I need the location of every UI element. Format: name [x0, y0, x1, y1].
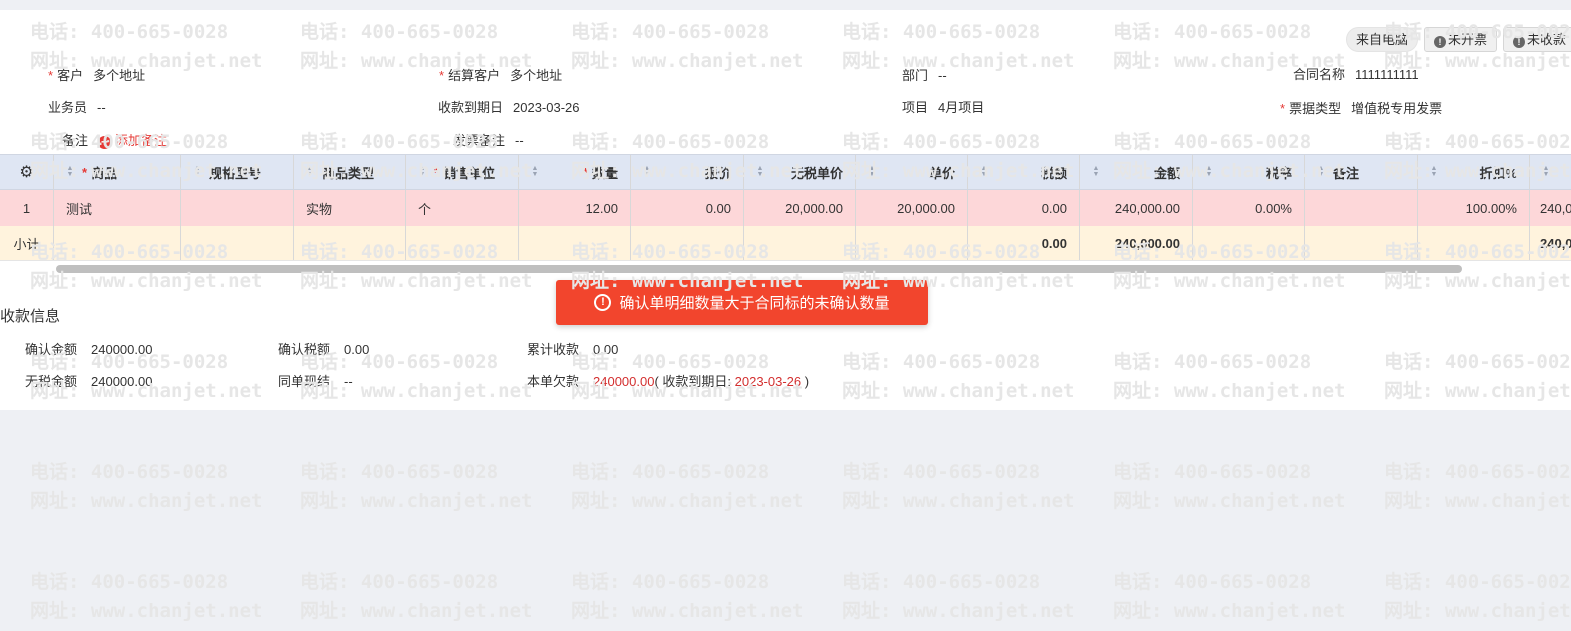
- project-field[interactable]: 项目 4月项目: [902, 97, 984, 116]
- watermark-text: 电话: 400-665-0028网址: www.chanjet.net: [300, 571, 533, 622]
- col-header-quote[interactable]: ▲ ▼ 报价: [631, 155, 744, 189]
- table-header: ⚙ ▲ ▼ * 商品 ▲ ▼ 规格型号 ▲ ▼ 商品类型 ▲ ▼ * 销售单位 ▲ ▼ * 数量 ▲ ▼ 报价…: [0, 154, 1571, 190]
- watermark-text: 电话: 400-665-0028网址: www.chanjet.net: [842, 461, 1075, 512]
- sort-icon[interactable]: ▲ ▼: [868, 165, 876, 178]
- sort-icon[interactable]: ▲ ▼: [418, 165, 426, 178]
- sort-icon[interactable]: ▲ ▼: [1092, 165, 1100, 178]
- exclamation-circle-icon: !: [594, 294, 612, 311]
- col-header-spec[interactable]: ▲ ▼ 规格型号: [181, 155, 294, 189]
- sort-icon[interactable]: ▲ ▼: [306, 165, 314, 178]
- add-note-button[interactable]: + 添加备注: [98, 133, 167, 149]
- col-header-notax-price[interactable]: ▲ ▼ 无税单价: [744, 155, 856, 189]
- watermark-text: 电话: 400-665-0028网址: www.chanjet.net: [300, 461, 533, 512]
- receipt-section-title: 收款信息: [0, 308, 61, 325]
- settle-customer-field[interactable]: * 结算客户 多个地址: [439, 65, 562, 84]
- invoice-note-field[interactable]: 发票备注 --: [453, 130, 524, 149]
- watermark-text: 电话: 400-665-0028网址: www.chanjet.net: [571, 571, 804, 622]
- invoice-status-badge: ! 未开票: [1424, 27, 1498, 52]
- confirm-tax-field: 确认税额 0.00: [278, 342, 370, 357]
- cash-settle-field: 同单现结 --: [278, 374, 353, 389]
- sort-icon[interactable]: ▲ ▼: [980, 165, 988, 178]
- watermark-text: 电话: 400-665-0028网址: www.chanjet.net: [1113, 461, 1346, 512]
- confirm-amount-field: 确认金额 240000.00: [25, 342, 153, 357]
- receipt-status-badge: ! 未收款: [1503, 27, 1571, 52]
- column-settings-gear-icon[interactable]: ⚙: [0, 155, 54, 189]
- col-header-tax-rate[interactable]: ▲ ▼ 税率: [1193, 155, 1305, 189]
- sort-icon[interactable]: ▲ ▼: [66, 165, 74, 178]
- col-header-amount[interactable]: ▲ ▼ 金额: [1080, 155, 1193, 189]
- owed-amount-field: 本单欠款 240000.00( 收款到期日: 2023-03-26 ): [527, 374, 810, 389]
- col-header-price[interactable]: ▲ ▼ 单价: [856, 155, 968, 189]
- sort-icon[interactable]: ▲ ▼: [531, 165, 539, 178]
- sort-icon[interactable]: ▲ ▼: [1317, 165, 1325, 178]
- subtotal-row: 小计 0.00 240,000.00 240,000.00: [0, 226, 1571, 261]
- plus-circle-icon: +: [98, 136, 112, 149]
- watermark-text: 电话: 400-665-0028网址: www.chanjet.net: [30, 571, 263, 622]
- col-header-discount[interactable]: ▲ ▼ 折扣%: [1418, 155, 1530, 189]
- sort-icon[interactable]: ▲ ▼: [643, 165, 651, 178]
- note-field: 备注 + 添加备注: [62, 133, 168, 149]
- source-badge: 来自电脑: [1346, 27, 1419, 52]
- error-toast: ! 确认单明细数量大于合同标的未确认数量: [556, 280, 928, 325]
- table-row[interactable]: 1 测试 实物 个 12.00 0.00 20,000.00 20,000.00…: [0, 190, 1571, 226]
- col-header-unit[interactable]: ▲ ▼ * 销售单位: [406, 155, 519, 189]
- sort-icon[interactable]: ▲ ▼: [1542, 165, 1550, 178]
- exclamation-circle-icon: !: [1513, 36, 1526, 48]
- sort-icon[interactable]: ▲ ▼: [756, 165, 764, 178]
- sort-icon[interactable]: ▲ ▼: [193, 165, 201, 178]
- watermark-text: 电话: 400-665-0028网址: www.chanjet.net: [571, 461, 804, 512]
- watermark-text: 电话: 400-665-0028网址: www.chanjet.net: [1384, 461, 1571, 512]
- col-header-type[interactable]: ▲ ▼ 商品类型: [294, 155, 406, 189]
- watermark-text: 电话: 400-665-0028网址: www.chanjet.net: [842, 571, 1075, 622]
- col-header-remark[interactable]: ▲ ▼ 备注: [1305, 155, 1418, 189]
- col-header-discount-amount[interactable]: ▲ ▼: [1530, 155, 1571, 189]
- due-date-field[interactable]: 收款到期日 2023-03-26: [438, 97, 580, 116]
- sort-icon[interactable]: ▲ ▼: [1430, 165, 1438, 178]
- watermark-text: 电话: 400-665-0028网址: www.chanjet.net: [30, 461, 263, 512]
- invoice-type-field[interactable]: * 票据类型 增值税专用发票: [1280, 98, 1442, 117]
- accumulated-receipt-field: 累计收款 0.00: [527, 342, 619, 357]
- status-badges: 来自电脑 ! 未开票 ! 未收款: [1346, 27, 1571, 52]
- department-field[interactable]: 部门 --: [902, 65, 947, 84]
- notax-amount-field: 无税金额 240000.00: [25, 374, 153, 389]
- table-horizontal-scrollbar[interactable]: [56, 265, 1462, 273]
- sort-icon[interactable]: ▲ ▼: [1205, 165, 1213, 178]
- contract-field[interactable]: 合同名称 1111111111: [1293, 64, 1419, 83]
- customer-field[interactable]: * 客户 多个地址: [48, 65, 145, 84]
- watermark-text: 电话: 400-665-0028网址: www.chanjet.net: [1113, 571, 1346, 622]
- col-header-tax[interactable]: ▲ ▼ 税额: [968, 155, 1080, 189]
- watermark-text: 电话: 400-665-0028网址: www.chanjet.net: [1384, 571, 1571, 622]
- salesperson-field[interactable]: 业务员 --: [48, 97, 106, 116]
- col-header-quantity[interactable]: ▲ ▼ * 数量: [519, 155, 631, 189]
- col-header-product[interactable]: ▲ ▼ * 商品: [54, 155, 181, 189]
- exclamation-circle-icon: !: [1434, 36, 1447, 48]
